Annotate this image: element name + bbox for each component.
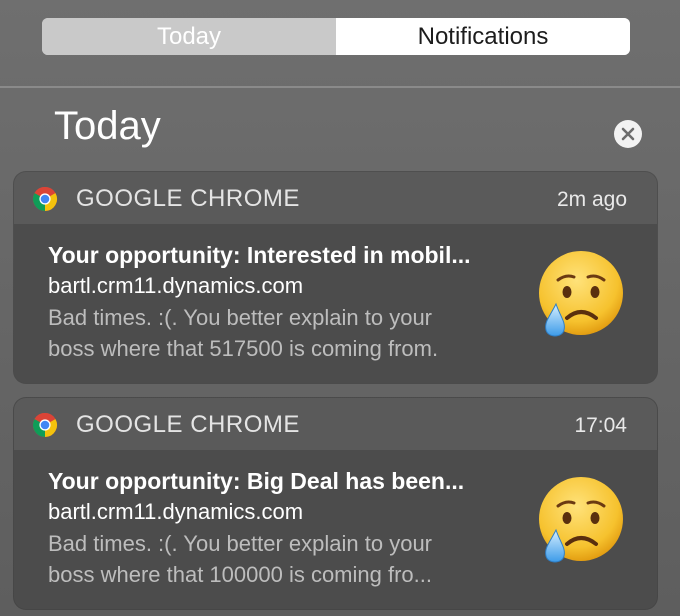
app-name: GOOGLE CHROME [76, 411, 300, 438]
clear-all-button[interactable] [614, 120, 642, 148]
section-title: Today [54, 104, 161, 148]
crying-face-icon [534, 250, 626, 342]
notification-subtitle: bartl.crm11.dynamics.com [48, 499, 304, 524]
notification-body-line: boss where that 100000 is coming fro... [48, 562, 432, 587]
chrome-icon [32, 412, 58, 438]
tab-notifications[interactable]: Notifications [336, 18, 630, 55]
close-icon [621, 127, 635, 141]
app-name: GOOGLE CHROME [76, 185, 300, 212]
notification-body-line: Bad times. :(. You better explain to you… [48, 531, 433, 556]
notification-header: GOOGLE CHROME 2m ago [14, 172, 657, 224]
notification-card[interactable]: GOOGLE CHROME 2m ago Your opportunity: I… [14, 172, 657, 383]
notification-time: 2m ago [556, 188, 627, 211]
segmented-control: Today Notifications [42, 18, 630, 55]
notification-header: GOOGLE CHROME 17:04 [14, 398, 657, 450]
notification-title: Your opportunity: Big Deal has been... [48, 468, 465, 494]
chrome-icon [32, 186, 58, 212]
notification-subtitle: bartl.crm11.dynamics.com [48, 273, 304, 298]
notification-body: Bad times. :(. You better explain to you… [48, 302, 518, 364]
tab-today[interactable]: Today [42, 18, 336, 55]
notification-title: Your opportunity: Interested in mobil... [48, 242, 471, 268]
divider [0, 86, 680, 88]
notification-card[interactable]: GOOGLE CHROME 17:04 Your opportunity: Bi… [14, 398, 657, 609]
notification-body: Bad times. :(. You better explain to you… [48, 528, 518, 590]
notification-body-line: Bad times. :(. You better explain to you… [48, 305, 433, 330]
crying-face-icon [534, 476, 626, 568]
notification-body-line: boss where that 517500 is coming from. [48, 336, 439, 361]
notification-time: 17:04 [574, 414, 627, 437]
